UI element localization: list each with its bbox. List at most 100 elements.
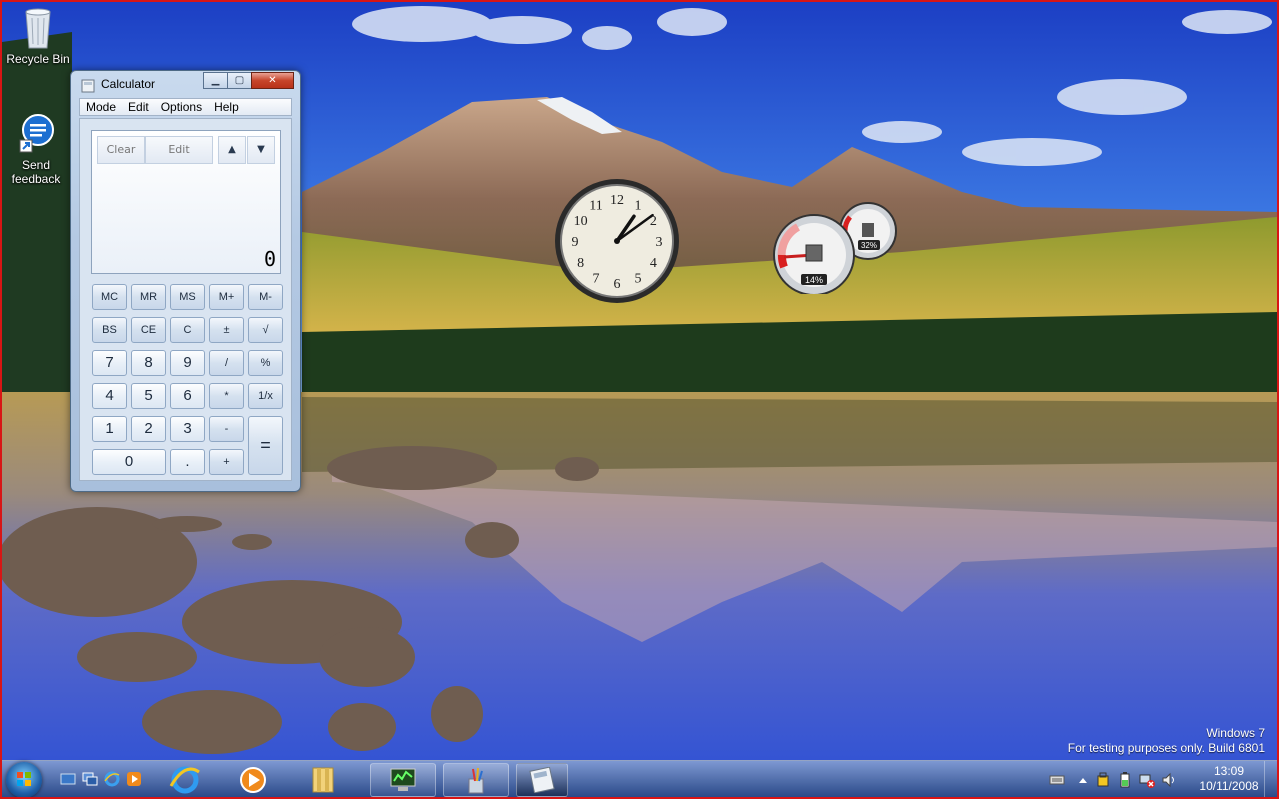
cpu-percent: 14% bbox=[805, 275, 823, 285]
clock-numeral: 10 bbox=[574, 214, 588, 229]
menu-options[interactable]: Options bbox=[155, 99, 208, 115]
digit-2-button[interactable]: 2 bbox=[131, 416, 166, 442]
menu-mode[interactable]: Mode bbox=[80, 99, 122, 115]
negate-button[interactable]: ± bbox=[209, 317, 244, 343]
watermark-build: For testing purposes only. Build 6801 bbox=[1067, 741, 1265, 755]
mc-button[interactable]: MC bbox=[92, 284, 127, 310]
clear-entry-button[interactable]: CE bbox=[131, 317, 166, 343]
minimize-button[interactable]: ▁ bbox=[203, 72, 228, 89]
calculator-window[interactable]: Calculator ▁ ▢ ✕ Mode Edit Options Help Cle… bbox=[70, 70, 301, 492]
calculator-icon bbox=[529, 767, 555, 793]
digit-5-button[interactable]: 5 bbox=[131, 383, 166, 409]
start-button[interactable] bbox=[6, 762, 42, 797]
maximize-icon: ▢ bbox=[234, 75, 245, 86]
clock-numeral: 7 bbox=[593, 271, 600, 286]
show-desktop-quicklaunch-icon[interactable] bbox=[60, 771, 76, 787]
media-player-quicklaunch-icon[interactable] bbox=[126, 771, 142, 787]
taskbar-internet-explorer[interactable] bbox=[162, 763, 208, 797]
show-hidden-icons-icon[interactable] bbox=[1075, 772, 1091, 788]
window-title: Calculator bbox=[101, 77, 156, 91]
equals-button[interactable]: = bbox=[248, 416, 283, 475]
clear-button[interactable]: C bbox=[170, 317, 205, 343]
minimize-icon: ▁ bbox=[211, 75, 220, 86]
sqrt-button[interactable]: √ bbox=[248, 317, 283, 343]
maximize-button[interactable]: ▢ bbox=[227, 72, 252, 89]
add-button[interactable]: + bbox=[209, 449, 244, 475]
build-watermark: Windows 7 For testing purposes only. Bui… bbox=[1068, 726, 1265, 756]
feedback-bubble-icon bbox=[19, 114, 54, 153]
digit-6-button[interactable]: 6 bbox=[170, 383, 205, 409]
taskbar-media-player[interactable] bbox=[230, 763, 276, 797]
taskbar-explorer[interactable] bbox=[300, 763, 346, 797]
clock-numeral: 6 bbox=[614, 277, 621, 292]
history-down-button[interactable]: ▼ bbox=[247, 136, 275, 164]
desktop-icon-send-feedback[interactable]: Send feedback bbox=[3, 112, 69, 186]
taskbar-paint[interactable] bbox=[443, 763, 509, 797]
digit-7-button[interactable]: 7 bbox=[92, 350, 127, 376]
history-edit-button[interactable]: Edit bbox=[145, 136, 213, 164]
recycle-bin-icon bbox=[25, 8, 51, 49]
digit-0-button[interactable]: 0 bbox=[92, 449, 166, 475]
watermark-os-name: Windows 7 bbox=[1206, 726, 1265, 740]
multiply-button[interactable]: * bbox=[209, 383, 244, 409]
clock-date: 10/11/2008 bbox=[1199, 779, 1259, 793]
m-minus-button[interactable]: M- bbox=[248, 284, 283, 310]
network-icon[interactable] bbox=[1139, 772, 1155, 788]
keyboard-icon[interactable] bbox=[1049, 772, 1065, 788]
media-player-icon bbox=[240, 767, 266, 793]
reciprocal-button[interactable]: 1/x bbox=[248, 383, 283, 409]
close-button[interactable]: ✕ bbox=[251, 72, 294, 89]
cpu-meter-gadget[interactable]: 32% 14% bbox=[770, 199, 900, 294]
history-up-button[interactable]: ▲ bbox=[218, 136, 246, 164]
desktop-icon-label: Recycle Bin bbox=[6, 52, 70, 66]
taskbar: 13:09 10/11/2008 bbox=[2, 760, 1277, 797]
clock-numeral: 5 bbox=[635, 271, 642, 286]
show-desktop-button[interactable] bbox=[1264, 761, 1277, 797]
menu-help[interactable]: Help bbox=[208, 99, 245, 115]
digit-8-button[interactable]: 8 bbox=[131, 350, 166, 376]
switch-windows-quicklaunch-icon[interactable] bbox=[82, 771, 98, 787]
volume-icon[interactable] bbox=[1161, 772, 1177, 788]
subtract-button[interactable]: - bbox=[209, 416, 244, 442]
clock-numeral: 9 bbox=[572, 235, 579, 250]
clock-numeral: 12 bbox=[610, 193, 624, 208]
menu-bar: Mode Edit Options Help bbox=[79, 98, 292, 116]
digit-4-button[interactable]: 4 bbox=[92, 383, 127, 409]
paint-icon bbox=[468, 767, 484, 794]
clock-numeral: 11 bbox=[589, 199, 602, 214]
divide-button[interactable]: / bbox=[209, 350, 244, 376]
calculator-body: Clear Edit ▲ ▼ 0 MC MR MS M+ M- BS CE C … bbox=[79, 118, 292, 481]
clock-time: 13:09 bbox=[1213, 764, 1245, 778]
desktop-icon-recycle-bin[interactable]: Recycle Bin bbox=[5, 6, 71, 66]
backspace-button[interactable]: BS bbox=[92, 317, 127, 343]
battery-icon[interactable] bbox=[1117, 772, 1133, 788]
action-center-icon[interactable] bbox=[1095, 772, 1111, 788]
internet-explorer-quicklaunch-icon[interactable] bbox=[104, 771, 120, 787]
taskbar-system-monitor[interactable] bbox=[370, 763, 436, 797]
mr-button[interactable]: MR bbox=[131, 284, 166, 310]
internet-explorer-icon bbox=[169, 766, 200, 794]
calculator-titlebar[interactable]: Calculator ▁ ▢ ✕ bbox=[71, 71, 300, 97]
history-clear-button[interactable]: Clear bbox=[97, 136, 145, 164]
decimal-button[interactable]: . bbox=[170, 449, 205, 475]
desktop-icon-label: Send feedback bbox=[11, 158, 61, 186]
clock-numeral: 3 bbox=[656, 235, 663, 250]
clock-gadget[interactable]: 12 1234567891011 bbox=[553, 177, 681, 305]
menu-edit[interactable]: Edit bbox=[122, 99, 155, 115]
percent-button[interactable]: % bbox=[248, 350, 283, 376]
ms-button[interactable]: MS bbox=[170, 284, 205, 310]
digit-9-button[interactable]: 9 bbox=[170, 350, 205, 376]
folder-icon bbox=[312, 767, 334, 793]
digit-1-button[interactable]: 1 bbox=[92, 416, 127, 442]
m-plus-button[interactable]: M+ bbox=[209, 284, 244, 310]
arrow-down-icon: ▼ bbox=[257, 144, 265, 155]
notification-area: 13:09 10/11/2008 bbox=[1037, 761, 1277, 797]
windows-logo-icon bbox=[17, 772, 31, 786]
taskbar-calculator[interactable] bbox=[516, 763, 568, 797]
taskbar-clock[interactable]: 13:09 10/11/2008 bbox=[1199, 764, 1259, 794]
close-icon: ✕ bbox=[268, 75, 277, 86]
digit-3-button[interactable]: 3 bbox=[170, 416, 205, 442]
clock-numeral: 4 bbox=[650, 256, 657, 271]
monitor-icon bbox=[390, 768, 416, 791]
desktop[interactable]: Recycle Bin Send feedback Calculator ▁ ▢… bbox=[2, 2, 1277, 797]
